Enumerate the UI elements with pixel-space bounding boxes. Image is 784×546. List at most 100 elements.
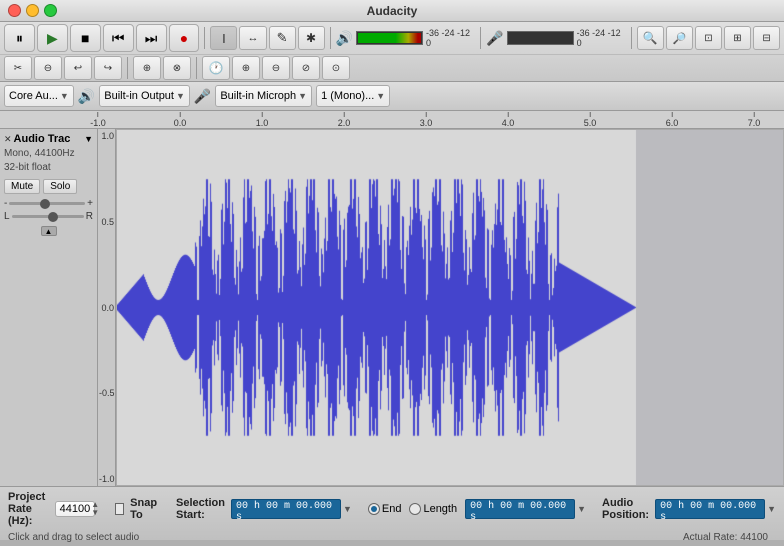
selection-start-input[interactable]: 00 h 00 m 00.000 s — [231, 499, 341, 519]
actual-rate-text: Actual Rate: 44100 — [683, 532, 768, 543]
selection-start-time-group: 00 h 00 m 00.000 s ▼ — [231, 499, 352, 519]
fit-project-button[interactable]: ⊡ — [695, 26, 722, 50]
play-button[interactable]: ▶ — [37, 24, 68, 52]
mix-button[interactable]: ⊕ — [133, 56, 161, 80]
track-btn-row: Mute Solo — [4, 179, 93, 194]
title-bar: Audacity — [0, 0, 784, 22]
track-bit-depth: 32-bit float — [4, 161, 93, 175]
project-rate-input-group: 44100 ▲ ▼ — [55, 501, 100, 517]
output-device-dropdown[interactable]: Built-in Output ▼ — [99, 85, 190, 107]
status-row2: Click and drag to select audio Actual Ra… — [0, 531, 784, 546]
close-button[interactable] — [8, 4, 21, 17]
gain-minus-label: - — [4, 198, 7, 209]
gain-row: - + — [4, 198, 93, 209]
ruler-tick-3: 2.0 — [338, 112, 351, 128]
tools-row-2: ✂ ⊖ ↩ ↪ ⊕ ⊗ 🕐 ⊕ ⊖ ⊘ ⊙ — [0, 55, 784, 81]
y-label-bottom: -1.0 — [99, 474, 114, 484]
undo-button[interactable]: ↩ — [64, 56, 92, 80]
ruler-tick-0: -1.0 — [90, 112, 106, 128]
device-dropdown-row: Core Au... ▼ 🔊 Built-in Output ▼ 🎤 Built… — [0, 82, 784, 111]
toolbar-separator-2 — [330, 27, 331, 49]
project-rate-value[interactable]: 44100 — [55, 501, 96, 517]
end-radio-label[interactable]: End — [368, 503, 402, 515]
input-device-dropdown[interactable]: Built-in Microph ▼ — [215, 85, 312, 107]
end-time-group: 00 h 00 m 00.000 s ▼ — [465, 499, 586, 519]
silence-button[interactable]: ⊖ — [34, 56, 62, 80]
mute-button[interactable]: Mute — [4, 179, 40, 194]
project-rate-group: Project Rate (Hz): 44100 ▲ ▼ — [8, 491, 99, 527]
time-input-arrow[interactable]: ▼ — [343, 504, 352, 514]
speaker-icon: 🔊 — [336, 30, 353, 47]
cursor-tool-button[interactable]: I — [210, 26, 237, 50]
zoom-out-button[interactable]: 🔎 — [666, 26, 693, 50]
snap-to-label: Snap To — [130, 497, 160, 521]
length-radio-label[interactable]: Length — [409, 503, 457, 515]
input-device-value: Built-in Microph — [220, 90, 296, 102]
zoom-waveform-btn[interactable]: ⊕ — [232, 56, 260, 80]
y-label-top: 1.0 — [99, 131, 114, 141]
zoom-waveform4-btn[interactable]: ⊙ — [322, 56, 350, 80]
end-time-input[interactable]: 00 h 00 m 00.000 s — [465, 499, 575, 519]
gain-slider-track[interactable] — [9, 202, 85, 205]
status-row1: Project Rate (Hz): 44100 ▲ ▼ Snap To Sel… — [0, 487, 784, 531]
collapse-track-button[interactable]: ▲ — [41, 226, 57, 236]
snap-to-group: Snap To — [115, 497, 160, 521]
bottom-status-text: Click and drag to select audio — [8, 532, 139, 543]
audio-pos-arrow[interactable]: ▼ — [767, 504, 776, 514]
trim-button[interactable]: ✂ — [4, 56, 32, 80]
waveform-canvas[interactable] — [117, 130, 783, 485]
track-menu-button[interactable]: ▼ — [84, 134, 93, 144]
audio-position-time-group: 00 h 00 m 00.000 s ▼ — [655, 499, 776, 519]
project-rate-spinner[interactable]: ▲ ▼ — [91, 501, 99, 517]
channels-dropdown[interactable]: 1 (Mono)... ▼ — [316, 85, 390, 107]
ruler-tick-6: 5.0 — [584, 112, 597, 128]
track-close-button[interactable]: ✕ — [4, 134, 12, 145]
zoom-tool-button[interactable]: ✱ — [298, 26, 325, 50]
minimize-button[interactable] — [26, 4, 39, 17]
ruler-tick-4: 3.0 — [420, 112, 433, 128]
audio-host-value: Core Au... — [9, 90, 58, 102]
output-device-arrow: ▼ — [176, 91, 185, 101]
skip-back-button[interactable]: ⏮ — [103, 24, 134, 52]
length-radio-dot[interactable] — [409, 503, 421, 515]
track-sample-rate: Mono, 44100Hz — [4, 147, 93, 161]
maximize-button[interactable] — [44, 4, 57, 17]
clock-icon-btn[interactable]: 🕐 — [202, 56, 230, 80]
zoom-waveform2-btn[interactable]: ⊖ — [262, 56, 290, 80]
end-time-arrow[interactable]: ▼ — [577, 504, 586, 514]
end-radio-dot[interactable] — [368, 503, 380, 515]
rate-spin-down[interactable]: ▼ — [91, 509, 99, 517]
waveform-container[interactable]: 1.0 0.5 0.0 -0.5 -1.0 — [98, 129, 784, 486]
waveform-display[interactable] — [116, 129, 784, 486]
zoom-waveform3-btn[interactable]: ⊘ — [292, 56, 320, 80]
import-button[interactable]: ⊗ — [163, 56, 191, 80]
solo-button[interactable]: Solo — [43, 179, 77, 194]
draw-tool-button[interactable]: ✎ — [269, 26, 296, 50]
gain-slider-thumb[interactable] — [40, 199, 50, 209]
zoom-sel-button[interactable]: ⊞ — [724, 26, 751, 50]
skip-forward-button[interactable]: ⏭ — [136, 24, 167, 52]
ruler-tick-2: 1.0 — [256, 112, 269, 128]
window-controls[interactable] — [8, 4, 57, 17]
stop-button[interactable]: ■ — [70, 24, 101, 52]
ruler-tick-1: 0.0 — [174, 112, 187, 128]
output-device-value: Built-in Output — [104, 90, 174, 102]
envelope-tool-button[interactable]: ↔ — [239, 26, 266, 50]
redo-button[interactable]: ↪ — [94, 56, 122, 80]
record-button[interactable]: ● — [169, 24, 200, 52]
snap-to-checkbox[interactable] — [115, 503, 124, 515]
zoom-in-button[interactable]: 🔍 — [637, 26, 664, 50]
output-volume-group: 🔊 -36 -24 -12 0 — [336, 28, 476, 48]
y-axis: 1.0 0.5 0.0 -0.5 -1.0 — [98, 129, 116, 486]
pause-button[interactable]: ⏸ — [4, 24, 35, 52]
pan-slider-track[interactable] — [12, 215, 84, 218]
audio-position-input[interactable]: 00 h 00 m 00.000 s — [655, 499, 765, 519]
input-device-arrow: ▼ — [298, 91, 307, 101]
pan-slider-thumb[interactable] — [48, 212, 58, 222]
track-info: Mono, 44100Hz 32-bit float — [4, 147, 93, 175]
length-radio-text: Length — [423, 503, 457, 515]
zoom-toggle-button[interactable]: ⊟ — [753, 26, 780, 50]
toolbar-separator-4 — [631, 27, 632, 49]
audio-host-dropdown[interactable]: Core Au... ▼ — [4, 85, 74, 107]
audio-position-group: Audio Position: 00 h 00 m 00.000 s ▼ — [602, 497, 776, 521]
